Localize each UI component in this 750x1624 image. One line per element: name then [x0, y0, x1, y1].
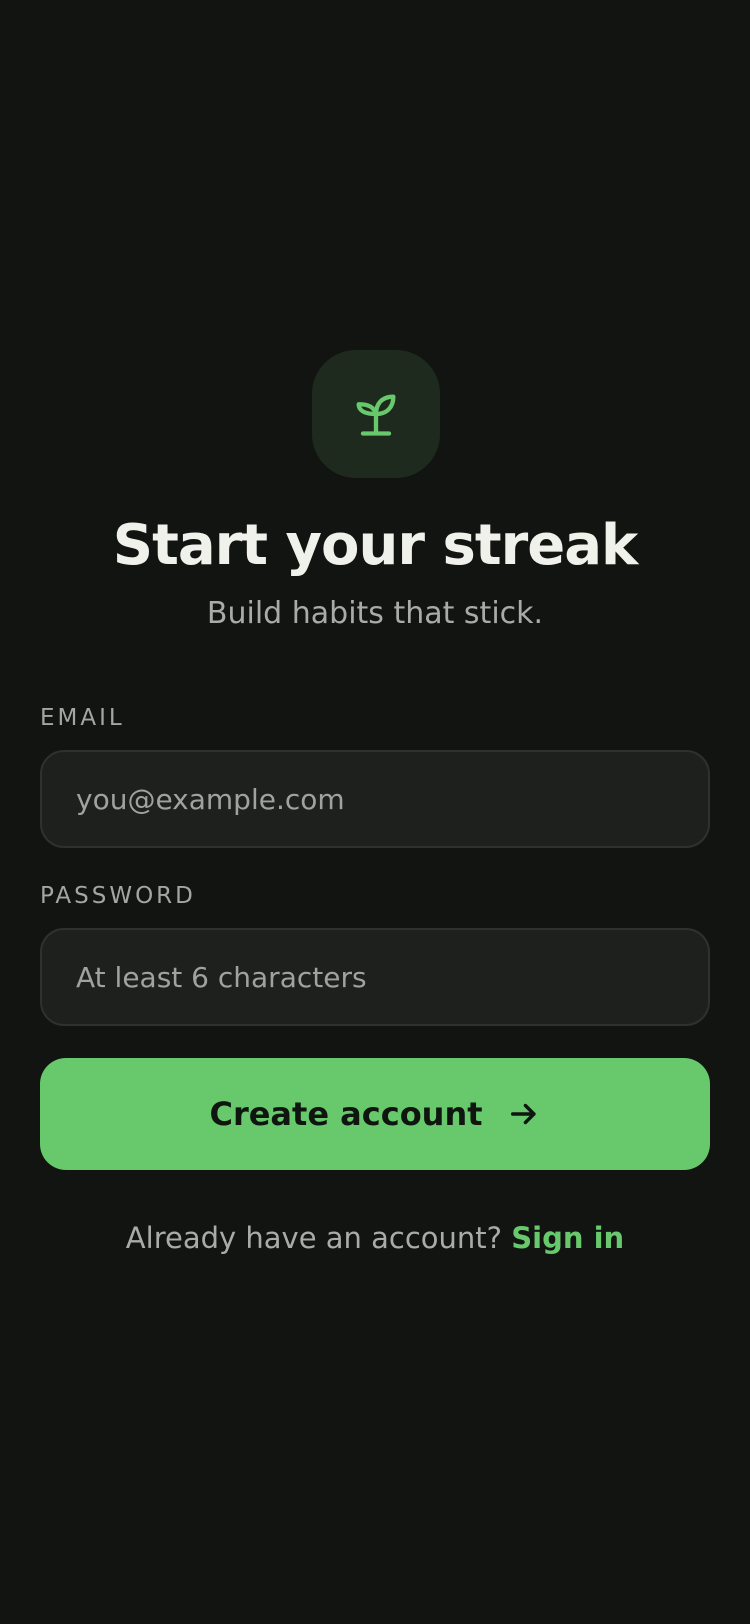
password-label: PASSWORD	[40, 883, 196, 909]
signin-prompt-text: Already have an account?	[125, 1221, 503, 1255]
sprout-icon	[356, 394, 396, 436]
signin-link[interactable]: Sign in	[511, 1221, 624, 1255]
signup-screen: Start your streak Build habits that stic…	[0, 0, 750, 1624]
page-subtitle: Build habits that stick.	[206, 596, 544, 631]
signin-prompt: Already have an account? Sign in	[0, 1216, 750, 1260]
page-title: Start your streak	[112, 513, 638, 578]
email-label: EMAIL	[40, 705, 125, 731]
password-field-container[interactable]	[40, 928, 710, 1026]
email-field-container[interactable]	[40, 750, 710, 848]
create-account-label: Create account	[209, 1095, 483, 1133]
app-logo	[312, 350, 440, 478]
password-field[interactable]	[74, 959, 708, 995]
email-field[interactable]	[74, 781, 708, 817]
create-account-button[interactable]: Create account	[40, 1058, 710, 1170]
arrow-right-icon	[510, 1103, 536, 1125]
